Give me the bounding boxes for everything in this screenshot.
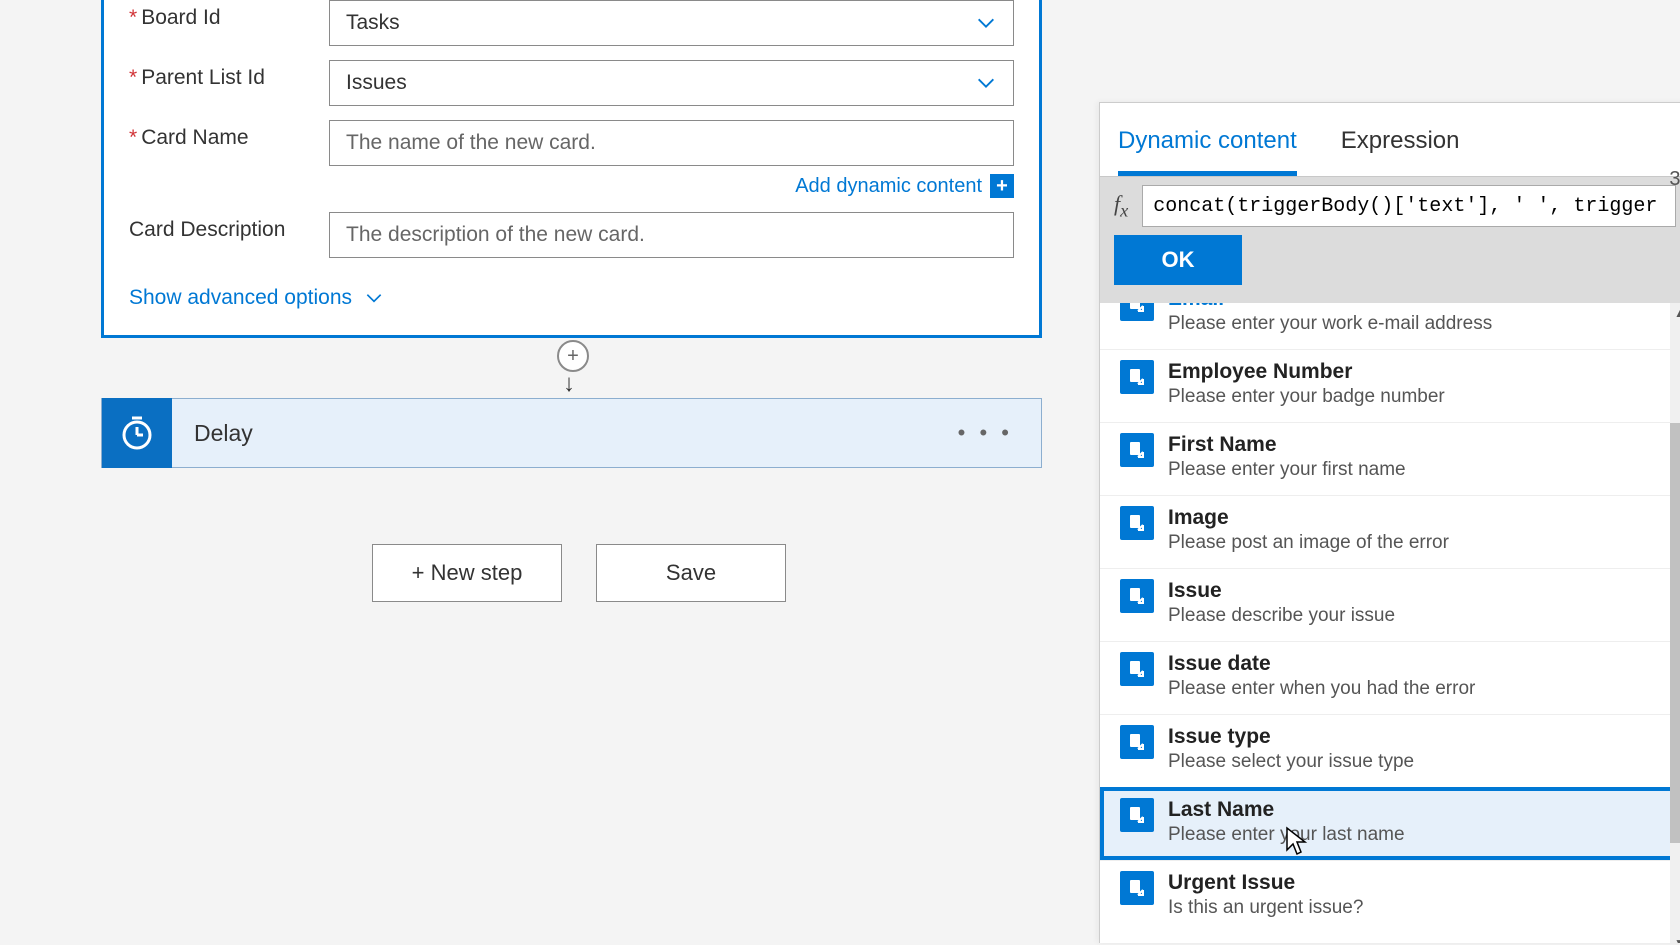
select-board-id[interactable]: Tasks: [329, 0, 1014, 46]
item-description: Please describe your issue: [1168, 603, 1395, 627]
row-parent-list-id: *Parent List Id Issues: [129, 46, 1014, 106]
add-step-node[interactable]: +: [557, 340, 589, 372]
fx-icon: fx: [1114, 191, 1128, 221]
chevron-down-icon: [975, 12, 997, 34]
connector-icon: [1120, 433, 1154, 467]
card-menu-button[interactable]: • • •: [958, 420, 1041, 446]
dynamic-content-item[interactable]: Urgent IssueIs this an urgent issue?: [1100, 860, 1680, 933]
label-board-id: *Board Id: [129, 0, 329, 30]
panel-tabs: Dynamic content Expression: [1100, 103, 1680, 177]
delay-title: Delay: [172, 420, 958, 447]
dynamic-content-list[interactable]: EmailPlease enter your work e-mail addre…: [1100, 303, 1680, 943]
page-indicator: 3/: [1669, 168, 1680, 191]
expression-input[interactable]: concat(triggerBody()['text'], ' ', trigg…: [1142, 185, 1676, 227]
dynamic-content-item[interactable]: EmailPlease enter your work e-mail addre…: [1100, 303, 1680, 349]
ok-button[interactable]: OK: [1114, 235, 1242, 285]
dynamic-content-item[interactable]: IssuePlease describe your issue: [1100, 568, 1680, 641]
item-title: Email: [1168, 303, 1492, 311]
input-card-name[interactable]: The name of the new card.: [329, 120, 1014, 166]
connector-icon: [1120, 871, 1154, 905]
dynamic-content-item[interactable]: ImagePlease post an image of the error: [1100, 495, 1680, 568]
show-advanced-options[interactable]: Show advanced options: [129, 258, 384, 310]
chevron-down-icon: [975, 72, 997, 94]
delay-icon: [102, 398, 172, 468]
scrollbar-thumb[interactable]: [1670, 423, 1680, 843]
add-dynamic-content-link[interactable]: Add dynamic content +: [795, 174, 1014, 198]
chevron-down-icon: [364, 288, 384, 308]
row-card-name: *Card Name The name of the new card. Add…: [129, 106, 1014, 198]
item-description: Please select your issue type: [1168, 749, 1414, 773]
dynamic-content-item[interactable]: First NamePlease enter your first name: [1100, 422, 1680, 495]
row-board-id: *Board Id Tasks: [129, 0, 1014, 46]
connector-icon: [1120, 360, 1154, 394]
item-title: Urgent Issue: [1168, 871, 1363, 895]
item-description: Is this an urgent issue?: [1168, 895, 1363, 919]
delay-action-card[interactable]: Delay • • •: [101, 398, 1042, 468]
expression-bar: fx concat(triggerBody()['text'], ' ', tr…: [1100, 177, 1680, 235]
dynamic-content-item[interactable]: Last NamePlease enter your last name: [1100, 787, 1680, 860]
item-title: Issue date: [1168, 652, 1475, 676]
save-button[interactable]: Save: [596, 544, 786, 602]
scroll-down-button[interactable]: ▼: [1670, 933, 1680, 943]
dynamic-content-item[interactable]: Employee NumberPlease enter your badge n…: [1100, 349, 1680, 422]
new-step-button[interactable]: + New step: [372, 544, 562, 602]
connector-icon: [1120, 725, 1154, 759]
tab-expression[interactable]: Expression: [1341, 127, 1460, 176]
dynamic-content-item[interactable]: Issue datePlease enter when you had the …: [1100, 641, 1680, 714]
item-description: Please enter your work e-mail address: [1168, 311, 1492, 335]
tab-dynamic-content[interactable]: Dynamic content: [1118, 127, 1297, 176]
plus-icon: +: [990, 174, 1014, 198]
label-card-description: Card Description: [129, 212, 329, 242]
connector-icon: [1120, 303, 1154, 321]
item-title: Issue type: [1168, 725, 1414, 749]
label-parent-list-id: *Parent List Id: [129, 60, 329, 90]
item-description: Please enter when you had the error: [1168, 676, 1475, 700]
item-title: First Name: [1168, 433, 1406, 457]
item-description: Please post an image of the error: [1168, 530, 1449, 554]
flow-arrow-icon: ↓: [563, 370, 575, 398]
select-parent-list-id[interactable]: Issues: [329, 60, 1014, 106]
row-card-description: Card Description The description of the …: [129, 198, 1014, 258]
item-description: Please enter your badge number: [1168, 384, 1445, 408]
connector-icon: [1120, 652, 1154, 686]
item-description: Please enter your first name: [1168, 457, 1406, 481]
footer-buttons: + New step Save: [372, 544, 786, 602]
connector-icon: [1120, 798, 1154, 832]
item-description: Please enter your last name: [1168, 822, 1405, 846]
item-title: Employee Number: [1168, 360, 1445, 384]
connector-icon: [1120, 506, 1154, 540]
dynamic-content-panel: Dynamic content Expression fx concat(tri…: [1099, 102, 1680, 943]
input-card-description[interactable]: The description of the new card.: [329, 212, 1014, 258]
label-card-name: *Card Name: [129, 120, 329, 150]
dynamic-content-item[interactable]: Issue typePlease select your issue type: [1100, 714, 1680, 787]
scroll-up-button[interactable]: ▲: [1670, 303, 1680, 323]
item-title: Issue: [1168, 579, 1395, 603]
create-card-editor: *Board Id Tasks *Parent List Id Issues *…: [101, 0, 1042, 338]
item-title: Last Name: [1168, 798, 1405, 822]
item-title: Image: [1168, 506, 1449, 530]
connector-icon: [1120, 579, 1154, 613]
